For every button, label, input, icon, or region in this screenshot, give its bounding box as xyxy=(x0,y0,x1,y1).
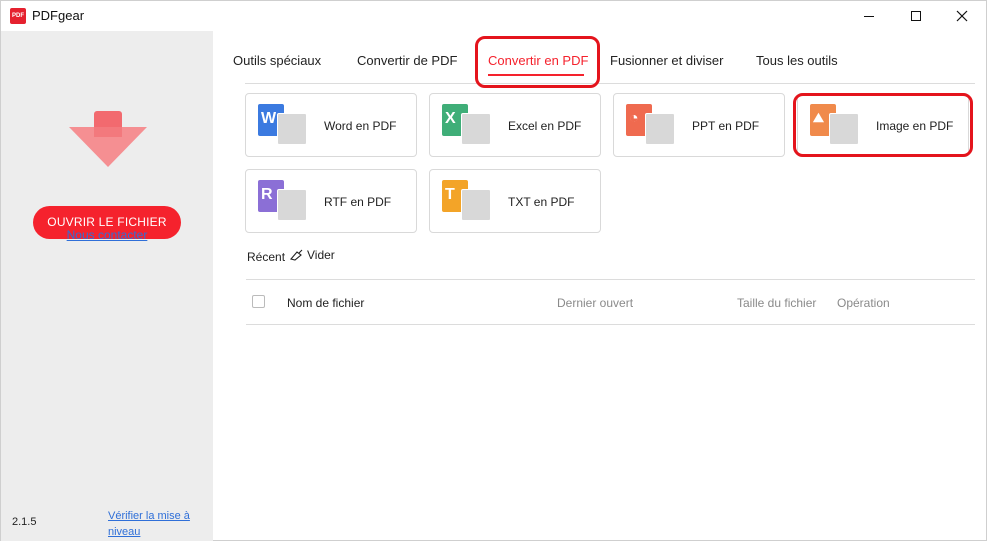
clear-recent-label: Vider xyxy=(307,248,335,262)
close-icon xyxy=(956,10,968,22)
tool-card-rtf-to-pdf[interactable]: R RTF en PDF xyxy=(245,169,417,233)
tab-convert-from-pdf[interactable]: Convertir de PDF xyxy=(357,53,457,68)
pdf-doc-icon xyxy=(461,113,491,145)
sidebar: OUVRIR LE FICHIER Nous contacter 2.1.5 V… xyxy=(1,31,213,541)
tab-all-tools[interactable]: Tous les outils xyxy=(756,53,838,68)
check-update-link[interactable]: Vérifier la mise à niveau xyxy=(108,508,204,540)
recent-divider-top xyxy=(246,279,975,280)
column-header-last-opened[interactable]: Dernier ouvert xyxy=(557,296,633,310)
pdf-doc-icon xyxy=(277,113,307,145)
tool-card-label: TXT en PDF xyxy=(508,195,575,209)
app-window: PDF PDFgear OUVRIR LE FICHIER Nous conta… xyxy=(0,0,987,541)
pdf-doc-icon xyxy=(277,189,307,221)
minimize-button[interactable] xyxy=(846,1,892,31)
ppt-icon-letter: ◔ xyxy=(629,110,639,127)
tool-card-label: RTF en PDF xyxy=(324,195,392,209)
window-title: PDFgear xyxy=(32,8,85,23)
pdf-doc-icon xyxy=(461,189,491,221)
maximize-button[interactable] xyxy=(893,1,939,31)
close-button[interactable] xyxy=(939,1,985,31)
excel-icon-letter: X xyxy=(445,110,456,127)
tool-card-excel-to-pdf[interactable]: X Excel en PDF xyxy=(429,93,601,157)
tool-card-label: Word en PDF xyxy=(324,119,397,133)
rtf-icon-letter: R xyxy=(261,186,273,203)
title-bar: PDF PDFgear xyxy=(1,1,986,31)
broom-icon xyxy=(290,249,303,261)
tool-card-label: Excel en PDF xyxy=(508,119,582,133)
select-all-checkbox[interactable] xyxy=(252,295,265,308)
recent-label: Récent xyxy=(247,250,286,264)
column-header-operation: Opération xyxy=(837,296,890,310)
tab-bar: Outils spéciaux Convertir de PDF Convert… xyxy=(213,31,987,85)
download-arrow-icon xyxy=(69,111,147,167)
clear-recent-button[interactable]: Vider xyxy=(289,248,335,262)
column-header-name[interactable]: Nom de fichier xyxy=(287,296,364,310)
card-highlight-annotation xyxy=(793,93,973,157)
pdf-doc-icon xyxy=(645,113,675,145)
tool-card-txt-to-pdf[interactable]: T TXT en PDF xyxy=(429,169,601,233)
tool-card-ppt-to-pdf[interactable]: ◔ PPT en PDF xyxy=(613,93,785,157)
tab-highlight-annotation xyxy=(475,36,600,88)
contact-link[interactable]: Nous contacter xyxy=(1,228,213,242)
version-label: 2.1.5 xyxy=(12,516,37,528)
word-icon-letter: W xyxy=(261,110,277,127)
minimize-icon xyxy=(864,15,874,17)
recent-divider-bottom xyxy=(246,324,975,325)
txt-icon-letter: T xyxy=(445,186,455,203)
maximize-icon xyxy=(911,11,921,21)
column-header-size[interactable]: Taille du fichier xyxy=(737,296,816,310)
tab-merge-split[interactable]: Fusionner et diviser xyxy=(610,53,723,68)
tab-divider xyxy=(245,83,975,84)
tab-special-tools[interactable]: Outils spéciaux xyxy=(233,53,321,68)
tool-card-label: PPT en PDF xyxy=(692,119,760,133)
pdfgear-logo-icon: PDF xyxy=(10,8,26,24)
tool-card-word-to-pdf[interactable]: W Word en PDF xyxy=(245,93,417,157)
